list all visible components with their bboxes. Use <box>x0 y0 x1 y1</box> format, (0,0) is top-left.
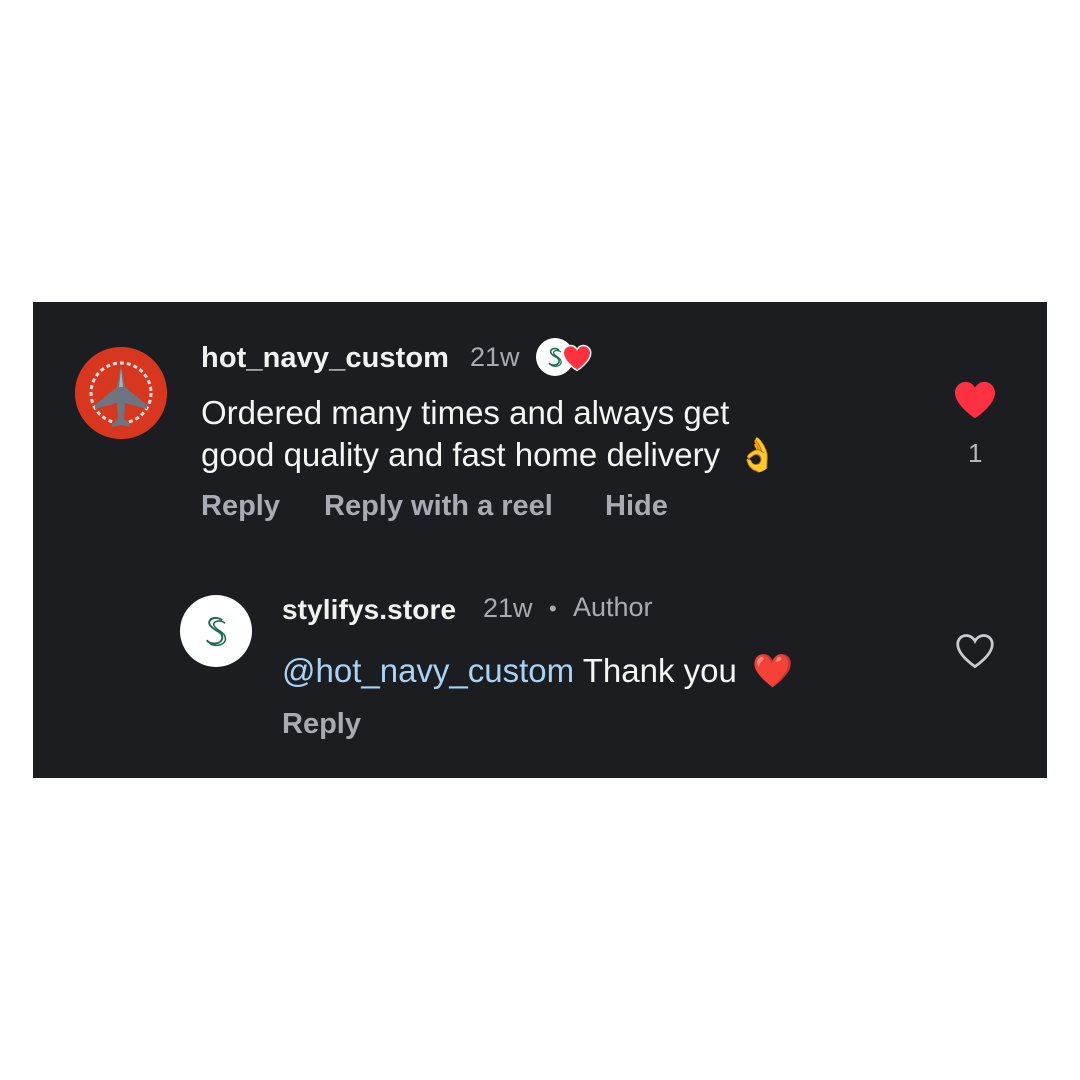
comment-text: good quality and fast home delivery <box>201 436 721 473</box>
comment-timestamp: 21w <box>470 342 520 372</box>
reply-text-line: @hot_navy_custom Thank you ❤️ <box>282 650 793 692</box>
reply-text: Thank you <box>574 652 737 689</box>
heart-filled-icon <box>955 381 995 419</box>
reply-button[interactable]: Reply <box>282 708 361 741</box>
commenter-username[interactable]: hot_navy_custom <box>201 342 449 375</box>
reply-timestamp: 21w <box>483 593 533 623</box>
hide-button[interactable]: Hide <box>605 490 668 523</box>
brand-s-logo-icon <box>205 617 227 647</box>
jet-logo-icon <box>75 347 167 439</box>
reply-button[interactable]: Reply <box>201 490 280 523</box>
like-button[interactable] <box>954 632 996 670</box>
author-badge: Author <box>573 592 653 622</box>
comments-panel: hot_navy_custom 21w Ordered many times a… <box>33 302 1047 778</box>
author-username[interactable]: stylifys.store <box>282 594 456 626</box>
author-avatar[interactable] <box>180 595 252 667</box>
commenter-avatar[interactable] <box>75 347 167 439</box>
mention-link[interactable]: @hot_navy_custom <box>282 652 574 689</box>
reply-with-reel-button[interactable]: Reply with a reel <box>324 490 553 523</box>
heart-outline-icon <box>956 634 994 669</box>
creator-heart-badge-icon <box>536 338 596 378</box>
like-count: 1 <box>968 438 983 468</box>
like-button[interactable] <box>953 380 997 420</box>
comment-text-line-2: good quality and fast home delivery 👌 <box>201 434 778 476</box>
separator-dot: • <box>549 596 557 621</box>
red-heart-emoji: ❤️ <box>752 652 794 689</box>
ok-hand-emoji: 👌 <box>737 436 779 473</box>
heart-filled-icon <box>562 344 592 372</box>
comment-text-line-1: Ordered many times and always get <box>201 394 730 431</box>
